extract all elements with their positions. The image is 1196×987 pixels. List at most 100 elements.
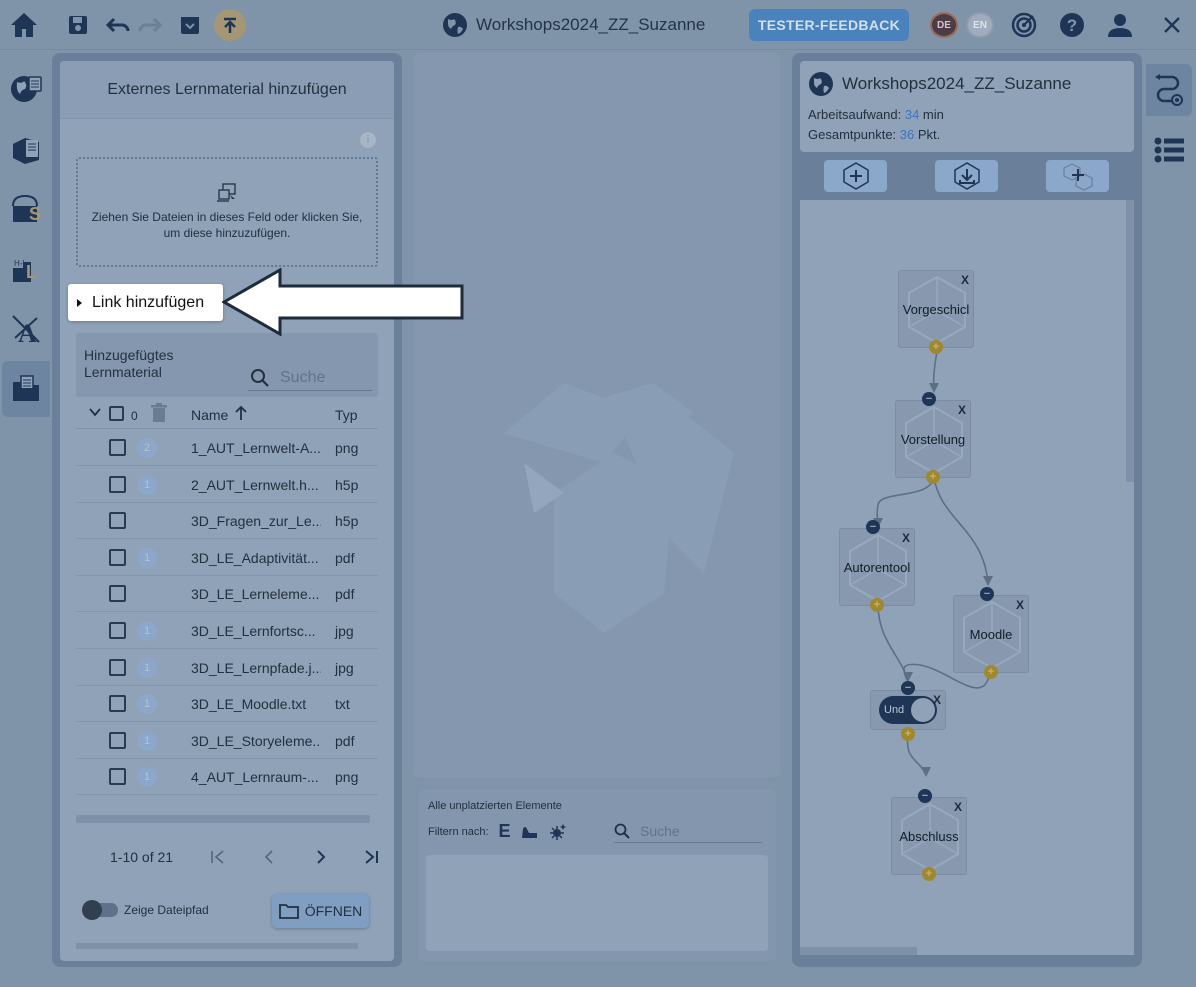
material-search-input[interactable]: Suche [248,365,372,391]
help-icon[interactable]: ? [1056,9,1088,41]
target-icon[interactable] [1008,9,1040,41]
undo-icon[interactable] [102,9,134,41]
table-row[interactable]: 1 4_AUT_Lernraum-... png [76,758,378,796]
input-port-icon[interactable]: − [866,520,880,534]
learning-space-node-autorentool[interactable]: Autorentool X [839,528,915,606]
file-dropzone[interactable]: Ziehen Sie Dateien in dieses Feld oder k… [76,157,378,267]
input-port-icon[interactable]: − [901,681,915,695]
filter-story-icon[interactable] [521,825,539,839]
open-button[interactable]: ÖFFNEN [272,894,369,928]
show-path-toggle[interactable] [82,900,118,920]
row-checkbox[interactable] [109,548,126,566]
output-port-icon[interactable]: + [922,867,936,881]
home-icon[interactable] [8,9,40,41]
row-checkbox[interactable] [109,475,126,493]
adaptivity-icon[interactable]: A [2,301,50,357]
world-icon[interactable] [2,61,50,117]
world-overview-panel: Workshops2024_ZZ_Suzanne Arbeitsaufwand:… [792,53,1142,967]
table-horizontal-scrollbar[interactable] [76,815,370,823]
save-icon[interactable] [62,9,94,41]
table-row[interactable]: 3D_Fragen_zur_Le... h5p [76,502,378,540]
trash-icon[interactable] [151,403,167,423]
table-row[interactable]: 1 3D_LE_Lernpfade.j... jpg [76,649,378,686]
next-page-icon[interactable] [314,848,328,866]
row-checkbox[interactable] [109,768,126,786]
remove-node-button[interactable]: X [961,273,969,287]
input-port-icon[interactable]: − [922,392,936,406]
learning-space-node-vorgeschichte[interactable]: Vorgeschicl X [898,270,974,348]
level-icon[interactable]: L H-L [2,241,50,297]
last-page-icon[interactable] [363,848,379,866]
canvas-vertical-scrollbar[interactable] [1126,200,1134,482]
table-row[interactable]: 1 3D_LE_Moodle.txt txt [76,685,378,723]
row-checkbox[interactable] [109,658,126,676]
language-en-button[interactable]: EN [966,12,994,38]
input-port-icon[interactable]: − [918,789,932,803]
link-add-expander[interactable]: Link hinzufügen [68,284,223,321]
learning-space-node-abschluss[interactable]: Abschluss X [891,797,967,875]
and-or-toggle[interactable]: Und [879,696,937,724]
condition-node-and[interactable]: Und X [870,690,946,730]
add-space-button[interactable] [824,160,887,192]
table-row[interactable]: 1 3D_LE_Lernfortsc... jpg [76,612,378,649]
table-row[interactable]: 1 3D_LE_Adaptivität... pdf [76,539,378,576]
close-icon[interactable] [1156,9,1188,41]
table-row[interactable]: 1 2_AUT_Lernwelt.h... h5p [76,466,378,503]
canvas-horizontal-scrollbar[interactable] [800,947,917,955]
chevron-down-icon[interactable] [88,405,102,419]
filter-adaptivity-icon[interactable] [549,823,567,841]
unplaced-elements-panel: Alle unplatzierten Elemente Filtern nach… [418,789,776,961]
learning-space-canvas[interactable] [414,53,780,777]
user-icon[interactable] [1104,9,1136,41]
output-port-icon[interactable]: + [926,470,940,484]
search-icon [614,823,630,839]
output-port-icon[interactable]: + [870,598,884,612]
panel-bottom-scrollbar[interactable] [76,943,358,949]
learning-space-node-vorstellung[interactable]: Vorstellung X [895,400,971,478]
added-material-label: Hinzugefügtes Lernmaterial [84,347,174,380]
tester-feedback-button[interactable]: TESTER-FEEDBACK [749,9,909,41]
upload-icon[interactable] [214,9,246,41]
row-checkbox[interactable] [109,622,126,639]
archive-icon[interactable] [174,9,206,41]
book-icon[interactable] [2,121,50,177]
redo-icon[interactable] [134,9,166,41]
output-port-icon[interactable]: + [984,665,998,679]
material-folder-icon[interactable] [2,361,50,417]
sort-up-icon[interactable] [234,405,248,421]
select-all-checkbox[interactable] [109,406,124,421]
remove-node-button[interactable]: X [958,403,966,417]
table-row[interactable]: 3D_LE_Lerneleme... pdf [76,575,378,613]
language-de-button[interactable]: DE [930,12,958,38]
add-condition-button[interactable] [1046,160,1109,192]
unplaced-search-input[interactable]: Suche [614,819,762,843]
row-checkbox[interactable] [109,695,126,713]
remove-node-button[interactable]: X [1016,598,1024,612]
filter-element-e-button[interactable]: E [499,821,511,842]
column-type[interactable]: Typ [335,407,358,423]
import-button[interactable] [935,160,998,192]
first-page-icon[interactable] [210,848,226,866]
remove-node-button[interactable]: X [902,531,910,545]
row-checkbox[interactable] [109,585,126,603]
unplaced-elements-list[interactable] [426,855,768,951]
table-row[interactable]: 2 1_AUT_Lernwelt-A... png [76,429,378,466]
remove-condition-button[interactable]: X [933,693,941,707]
lerninhalte-icon[interactable]: S [2,181,50,237]
learning-space-node-moodle[interactable]: Moodle X [953,595,1029,673]
table-row[interactable]: 1 3D_LE_Storyeleme... pdf [76,722,378,759]
list-view-tab-icon[interactable] [1146,124,1192,176]
file-name: 3D_LE_Adaptivität... [191,549,319,566]
input-port-icon[interactable]: − [980,587,994,601]
row-checkbox[interactable] [109,512,126,530]
prev-page-icon[interactable] [262,848,276,866]
row-checkbox[interactable] [109,439,126,456]
info-icon[interactable]: i [360,132,376,148]
column-name[interactable]: Name [191,407,228,423]
learning-path-canvas[interactable]: Vorgeschicl X + Vorstellung X − + Autorentool X −… [800,200,1134,955]
output-port-icon[interactable]: + [901,727,915,741]
remove-node-button[interactable]: X [954,800,962,814]
row-checkbox[interactable] [109,731,126,749]
output-port-icon[interactable]: + [929,340,943,354]
learning-path-tab-icon[interactable] [1146,64,1192,116]
